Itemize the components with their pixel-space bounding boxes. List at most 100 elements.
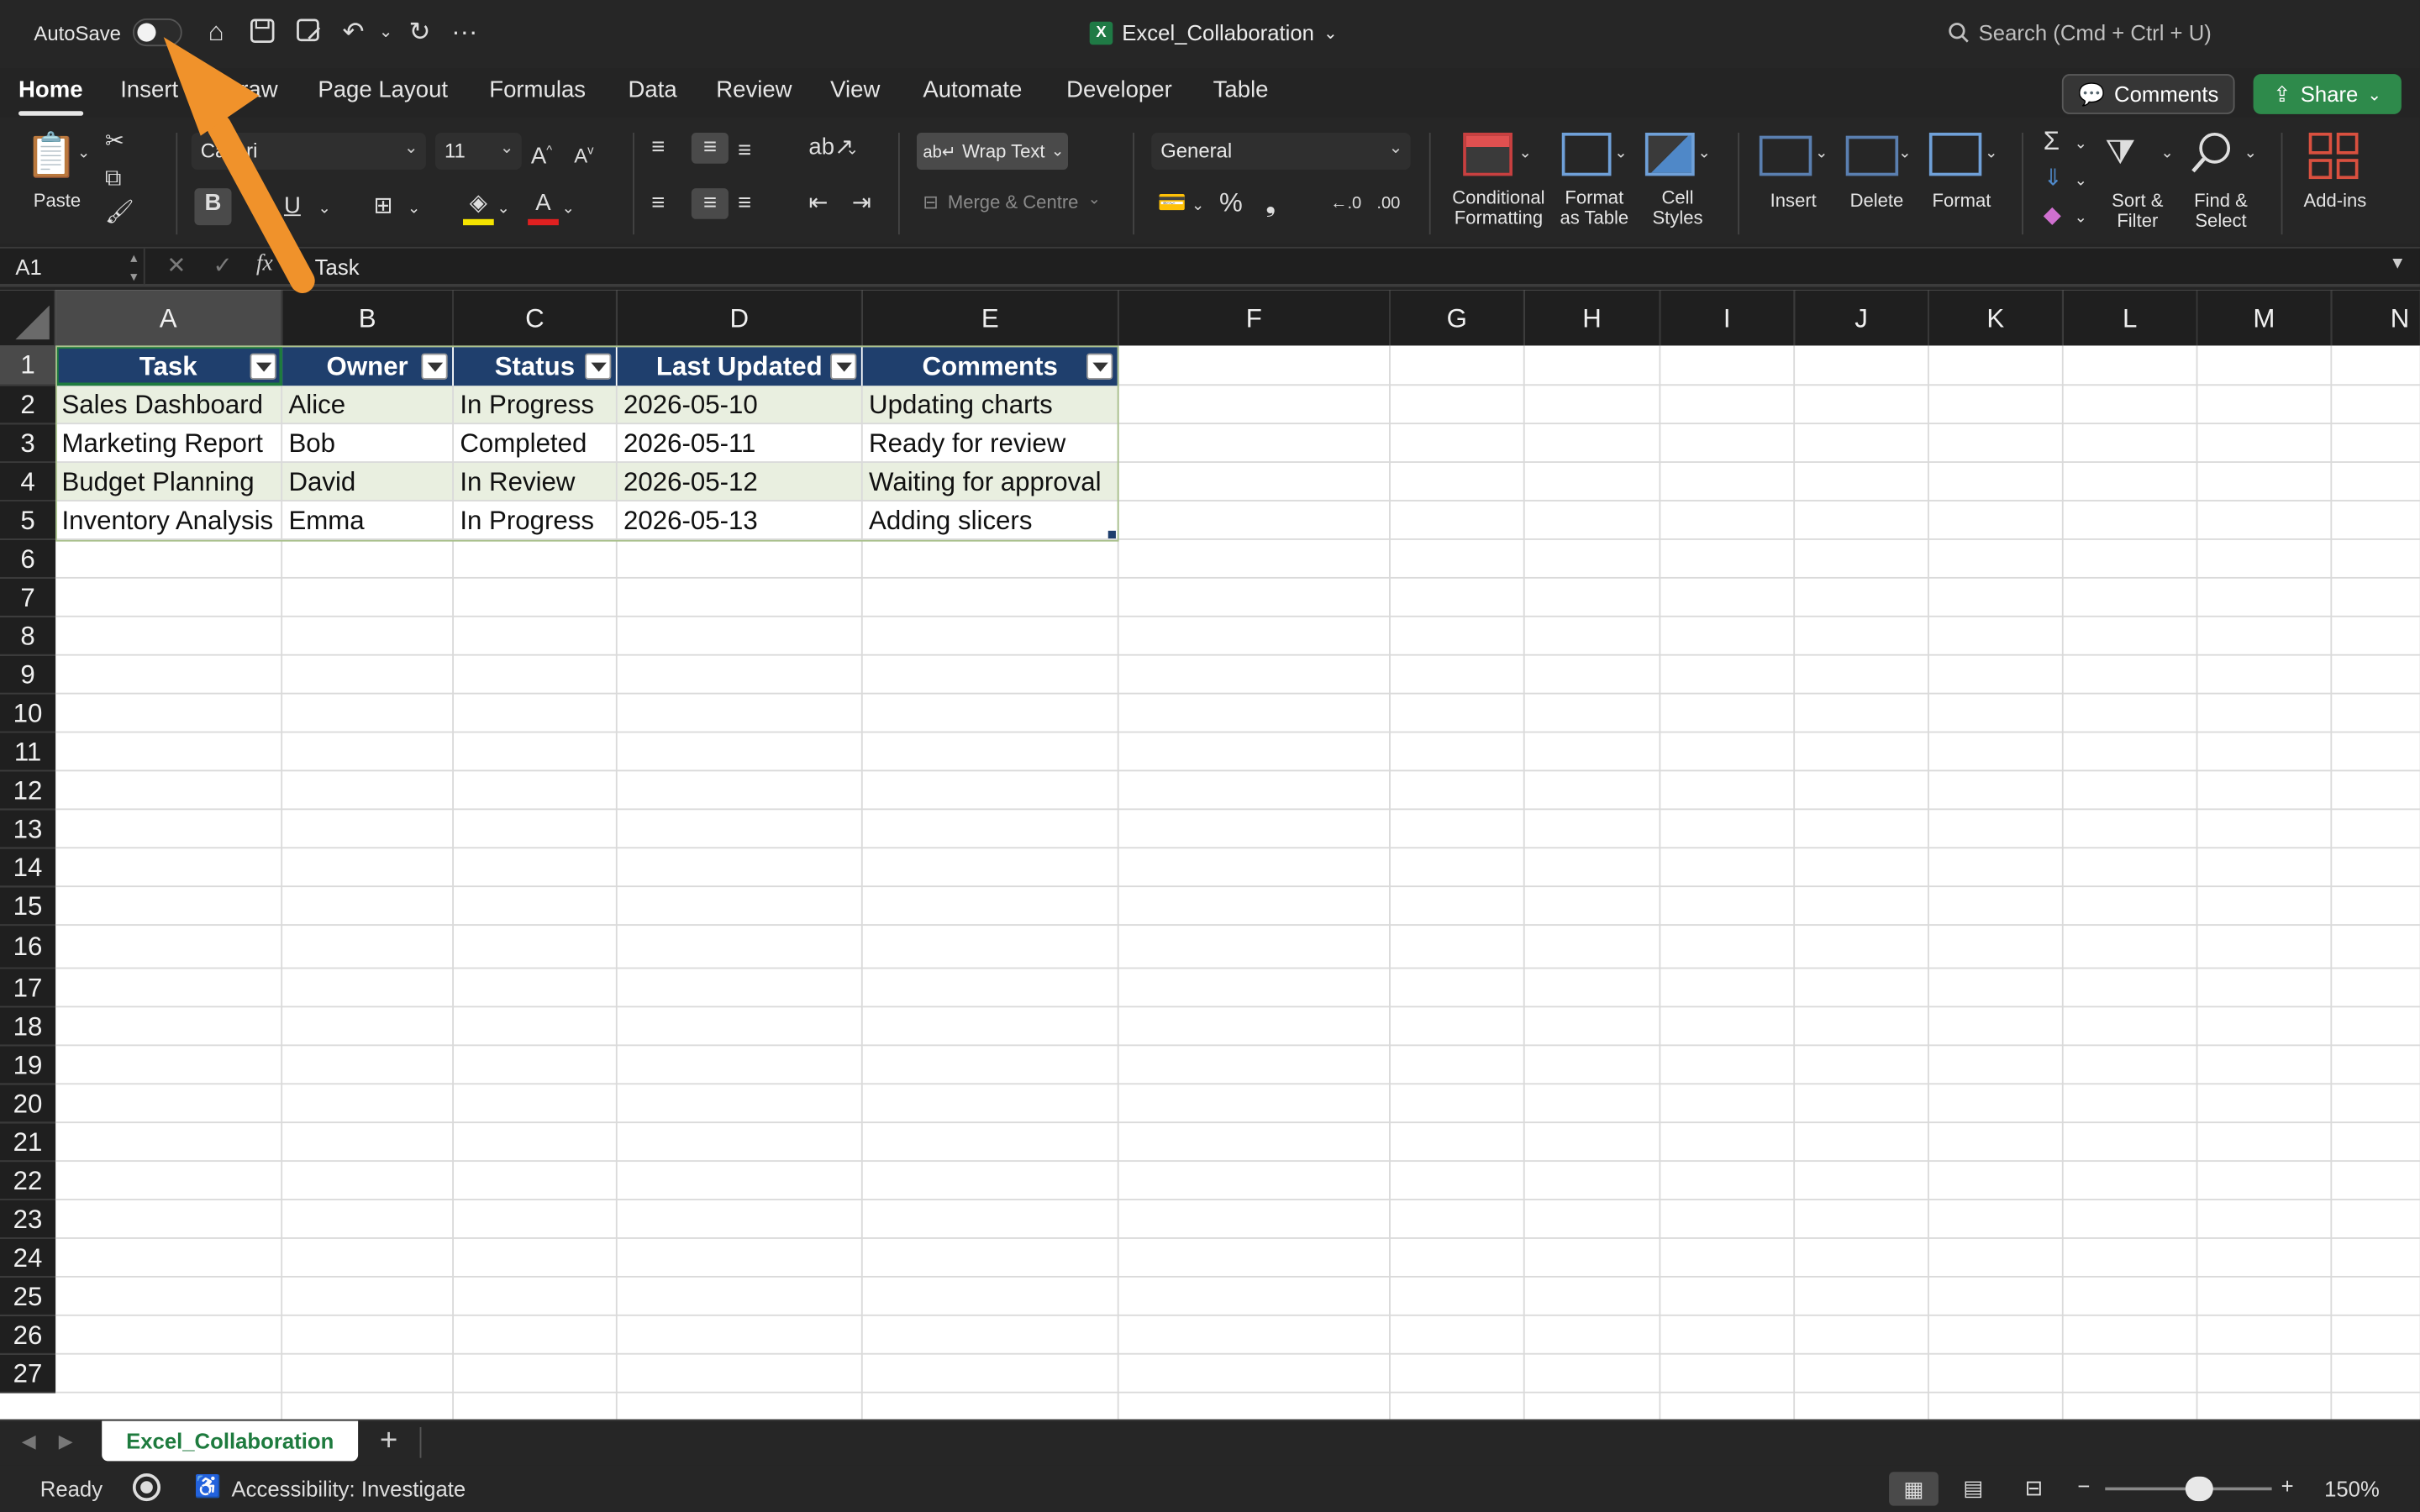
tab-review[interactable]: Review xyxy=(716,77,792,103)
table-cell[interactable]: Ready for review xyxy=(863,424,1119,463)
chevron-down-icon[interactable]: ⌄ xyxy=(2075,129,2087,160)
delete-cells-icon[interactable] xyxy=(1845,135,1899,176)
tab-view[interactable]: View xyxy=(830,77,880,103)
page-break-view-icon[interactable]: ⊟ xyxy=(2025,1475,2044,1501)
undo-icon[interactable]: ↶ xyxy=(338,17,369,48)
sort-filter-icon[interactable]: ⧩ xyxy=(2105,129,2135,176)
row-header-23[interactable]: 23 xyxy=(0,1200,56,1239)
redo-icon[interactable]: ↻ xyxy=(404,17,435,48)
table-header-comments[interactable]: Comments xyxy=(862,347,1119,386)
align-left-icon[interactable]: ≡ xyxy=(651,188,665,219)
prev-sheet-icon[interactable]: ◀ xyxy=(22,1431,36,1452)
decrease-indent-icon[interactable]: ⇤ xyxy=(808,188,828,219)
macro-record-icon[interactable] xyxy=(132,1473,161,1502)
row-header-6[interactable]: 6 xyxy=(0,539,56,579)
align-bottom-icon[interactable]: ≡ xyxy=(738,136,751,167)
table-cell[interactable]: Alice xyxy=(282,386,454,424)
add-sheet-button[interactable]: + xyxy=(380,1424,397,1459)
chevron-down-icon[interactable]: ⌄ xyxy=(1518,139,1531,170)
chevron-down-icon[interactable]: ⌄ xyxy=(408,194,420,225)
row-header-24[interactable]: 24 xyxy=(0,1238,56,1278)
column-header-a[interactable]: A xyxy=(55,290,283,346)
row-header-18[interactable]: 18 xyxy=(0,1007,56,1047)
row-header-3[interactable]: 3 xyxy=(0,424,56,464)
wrap-text-button[interactable]: ab↵ Wrap Text ⌄ xyxy=(916,132,1068,171)
row-header-4[interactable]: 4 xyxy=(0,463,56,501)
format-as-table-label[interactable]: Format as Table xyxy=(1555,187,1633,228)
conditional-formatting-icon[interactable] xyxy=(1463,132,1512,176)
table-cell[interactable]: Bob xyxy=(282,424,454,463)
cell-styles-label[interactable]: Cell Styles xyxy=(1645,187,1710,228)
table-cell[interactable]: Adding slicers xyxy=(863,501,1119,540)
clear-icon[interactable]: ◆ xyxy=(2044,201,2061,232)
search-box[interactable]: Search (Cmd + Ctrl + U) xyxy=(1948,20,2212,45)
format-cells-label[interactable]: Format xyxy=(1926,191,1996,212)
format-cells-icon[interactable] xyxy=(1928,132,1982,176)
table-cell[interactable]: David xyxy=(282,463,454,501)
format-painter-icon[interactable]: 🖌 xyxy=(105,197,134,228)
filter-dropdown-icon[interactable] xyxy=(421,353,448,380)
align-top-icon[interactable]: ≡ xyxy=(651,133,665,164)
row-header-21[interactable]: 21 xyxy=(0,1123,56,1163)
chevron-down-icon[interactable]: ⌄ xyxy=(846,136,859,167)
row-header-20[interactable]: 20 xyxy=(0,1084,56,1124)
tab-data[interactable]: Data xyxy=(629,77,677,103)
name-box[interactable]: A1 ▴ ▾ xyxy=(0,248,145,286)
chevron-down-icon[interactable]: ⌄ xyxy=(1192,192,1204,223)
column-header-i[interactable]: I xyxy=(1660,290,1796,346)
share-button[interactable]: ⇪ Share ⌄ xyxy=(2253,74,2402,114)
row-header-1[interactable]: 1 xyxy=(0,345,56,386)
filter-dropdown-icon[interactable] xyxy=(585,353,612,380)
table-header-last-updated[interactable]: Last Updated xyxy=(617,347,863,386)
row-header-26[interactable]: 26 xyxy=(0,1315,56,1355)
column-header-d[interactable]: D xyxy=(617,290,863,346)
column-header-l[interactable]: L xyxy=(2063,290,2198,346)
font-color-icon[interactable]: A xyxy=(528,188,559,226)
select-all-corner[interactable] xyxy=(0,290,56,346)
row-header-10[interactable]: 10 xyxy=(0,694,56,733)
fill-color-icon[interactable]: ◈ xyxy=(463,188,494,226)
chevron-down-icon[interactable]: ⌄ xyxy=(1697,139,1710,170)
comma-style-icon[interactable]: ❟ xyxy=(1265,188,1276,219)
row-header-7[interactable]: 7 xyxy=(0,578,56,617)
find-select-label[interactable]: Find & Select xyxy=(2186,191,2256,232)
chevron-down-icon[interactable]: ⌄ xyxy=(497,194,509,225)
undo-dropdown-icon[interactable]: ⌄ xyxy=(371,17,402,48)
spreadsheet-grid[interactable]: A B C D E F G H I J K L M N 1 2 3 4 5 6 7 8 9 10 11 12 13 14 15 16 17 1… xyxy=(0,290,2420,1420)
table-cell[interactable]: Emma xyxy=(282,501,454,540)
zoom-in-button[interactable]: + xyxy=(2281,1473,2294,1498)
column-header-m[interactable]: M xyxy=(2197,290,2333,346)
table-resize-handle[interactable] xyxy=(1107,530,1116,539)
chevron-down-icon[interactable]: ⌄ xyxy=(2075,166,2087,197)
sheet-tab-excel-collaboration[interactable]: Excel_Collaboration xyxy=(102,1420,359,1462)
table-cell[interactable]: In Progress xyxy=(454,501,618,540)
row-header-17[interactable]: 17 xyxy=(0,969,56,1008)
row-header-16[interactable]: 16 xyxy=(0,926,56,969)
normal-view-icon[interactable]: ▦ xyxy=(1889,1472,1939,1506)
row-header-12[interactable]: 12 xyxy=(0,771,56,811)
tab-page-layout[interactable]: Page Layout xyxy=(318,77,448,103)
page-layout-view-icon[interactable]: ▤ xyxy=(1963,1475,1983,1501)
decrease-font-icon[interactable]: Av xyxy=(574,136,593,172)
row-header-8[interactable]: 8 xyxy=(0,617,56,656)
conditional-formatting-label[interactable]: Conditional Formatting xyxy=(1441,187,1555,228)
tab-formulas[interactable]: Formulas xyxy=(489,77,586,103)
increase-indent-icon[interactable]: ⇥ xyxy=(852,188,871,219)
column-header-f[interactable]: F xyxy=(1118,290,1391,346)
table-cell[interactable]: Waiting for approval xyxy=(863,463,1119,501)
increase-decimal-icon[interactable]: ←.0 xyxy=(1330,188,1361,219)
column-header-j[interactable]: J xyxy=(1795,290,1929,346)
chevron-down-icon[interactable]: ⌄ xyxy=(2075,203,2087,234)
format-as-table-icon[interactable] xyxy=(1561,132,1612,176)
chevron-down-icon[interactable]: ⌄ xyxy=(1985,139,1997,170)
expand-formula-icon[interactable]: ▼ xyxy=(2389,255,2406,273)
cell-styles-icon[interactable] xyxy=(1644,132,1695,176)
table-cell[interactable]: 2026-05-13 xyxy=(618,501,863,540)
tab-table[interactable]: Table xyxy=(1213,77,1269,103)
column-header-e[interactable]: E xyxy=(862,290,1119,346)
row-header-27[interactable]: 27 xyxy=(0,1354,56,1394)
paste-icon[interactable]: 📋 xyxy=(24,129,78,181)
copy-icon[interactable]: ⧉ xyxy=(105,164,122,195)
table-header-owner[interactable]: Owner xyxy=(282,347,454,386)
filter-dropdown-icon[interactable] xyxy=(1086,353,1113,380)
